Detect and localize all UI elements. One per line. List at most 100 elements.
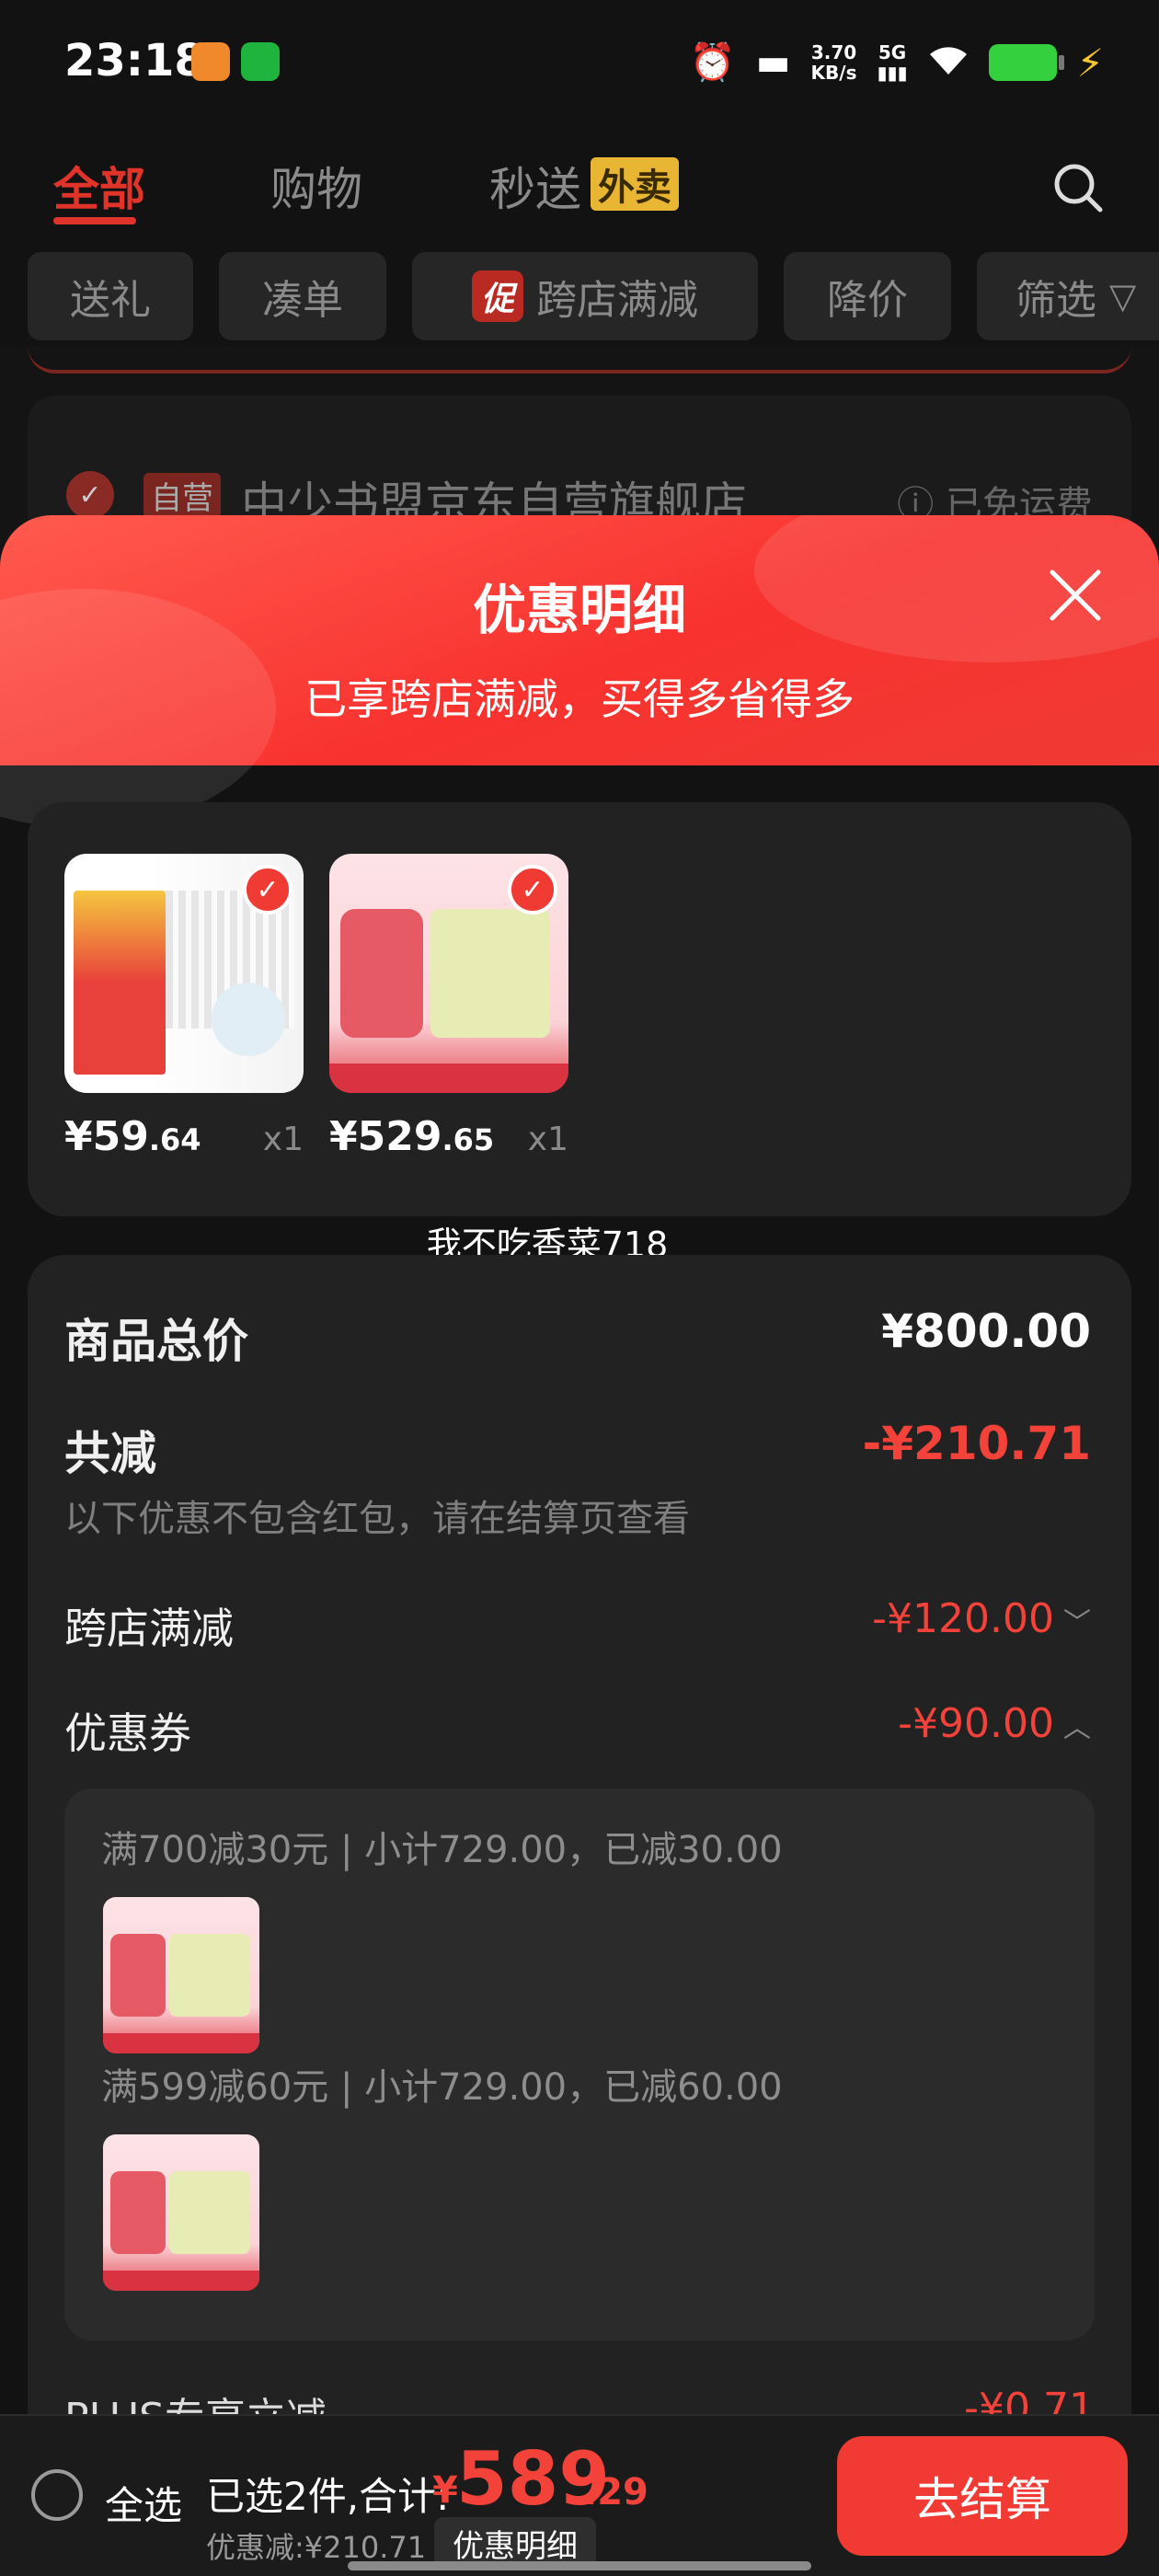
coupon-label: 优惠券	[64, 1708, 191, 1758]
battery-icon	[988, 44, 1064, 81]
selected-check-icon: ✓	[243, 865, 293, 914]
coupon-product-thumbnail[interactable]	[103, 2134, 259, 2291]
app-notification-icon	[241, 42, 280, 81]
tab-shopping[interactable]: 购物	[270, 153, 362, 219]
discount-note: 以下优惠不包含红包，请在结算页查看	[64, 1498, 690, 1540]
tab-instant-delivery[interactable]: 秒送 外卖	[489, 153, 679, 219]
filter-more[interactable]: 筛选 ▽	[977, 252, 1159, 340]
charging-icon: ⚡	[1076, 40, 1105, 86]
coupon-row[interactable]: 优惠券 -¥90.00 ︿	[64, 1700, 1091, 1758]
toy-cube	[169, 2171, 250, 2254]
coupon-value: -¥90.00	[898, 1700, 1054, 1747]
cross-store-discount-row[interactable]: 跨店满减 -¥120.00 ﹀	[64, 1595, 1091, 1653]
book-set-image: ✓	[64, 854, 304, 1093]
promo-tag: 促	[471, 270, 523, 322]
sheet-subtitle: 已享跨店满减，买得多省得多	[304, 674, 855, 724]
select-all-checkbox[interactable]	[31, 2469, 83, 2521]
price-integer: ¥59	[64, 1113, 149, 1160]
product-price: ¥59.64	[64, 1113, 201, 1160]
filter-price-drop[interactable]: 降价	[784, 252, 951, 340]
close-button[interactable]	[1043, 563, 1107, 627]
filter-label: 降价	[827, 277, 908, 324]
coupon-value-wrap: -¥90.00 ︿	[898, 1700, 1091, 1747]
product-item[interactable]: ✓ ¥59.64 x1	[64, 854, 304, 1168]
price-decimal: .64	[148, 1122, 201, 1157]
goods-total-label: 商品总价	[64, 1315, 248, 1368]
coupon-product-thumbnail[interactable]	[103, 1897, 259, 2053]
toy-set-image: ✓	[329, 854, 568, 1093]
coupon-detail-box: 满700减30元 | 小计729.00，已减30.00 满599减60元 | 小…	[64, 1788, 1095, 2340]
search-button[interactable]	[1050, 160, 1106, 215]
filter-combine-order[interactable]: 凑单	[219, 252, 386, 340]
filter-label: 跨店满减	[536, 277, 698, 324]
network-speed-unit: KB/s	[810, 62, 857, 84]
product-price: ¥529.65	[329, 1113, 494, 1160]
filter-bar: 送礼 凑单 促 跨店满减 降价 筛选 ▽	[0, 245, 1159, 346]
search-icon	[1054, 164, 1103, 213]
selected-count-text: 已选2件,合计:	[206, 2474, 450, 2519]
status-bar: 23:18 ⏰ ▬ 3.70 KB/s 5G ▮▮▮ ⚡	[0, 0, 1159, 125]
toy-banner	[329, 1064, 568, 1093]
goods-total-value: ¥800.00	[881, 1305, 1091, 1358]
chevron-down-icon: ﹀	[1063, 1607, 1091, 1639]
bed-icon: ▬	[755, 41, 791, 84]
book-illustration	[212, 983, 285, 1056]
product-quantity: x1	[527, 1121, 568, 1158]
clock: 23:18	[64, 35, 205, 86]
top-tab-bar: 全部 购物 秒送 外卖	[0, 125, 1159, 245]
takeout-badge: 外卖	[591, 157, 679, 211]
selected-products-card: ✓ ¥59.64 x1 ✓ ¥529.65 x1	[28, 802, 1131, 1216]
toy-banner	[103, 2271, 259, 2291]
discount-detail-sheet: 优惠明细 已享跨店满减，买得多省得多 ✓ ¥59.64 x1 ✓ ¥529.65…	[0, 515, 1159, 2576]
coupon-detail-line: 满700减30元 | 小计729.00，已减30.00	[101, 1829, 783, 1871]
network-speed: 3.70 KB/s	[811, 42, 857, 83]
selected-check-icon: ✓	[508, 865, 557, 914]
self-operated-tag: 自营	[143, 473, 221, 518]
wifi-icon	[928, 43, 969, 83]
filter-label: 送礼	[70, 277, 151, 324]
filter-cross-store-discount[interactable]: 促 跨店满减	[412, 252, 758, 340]
tab-label: 全部	[53, 163, 145, 216]
funnel-icon: ▽	[1109, 276, 1137, 316]
total-discount-value: -¥210.71	[862, 1417, 1092, 1470]
checkout-button[interactable]: 去结算	[837, 2436, 1128, 2556]
status-icons: ⏰ ▬ 3.70 KB/s 5G ▮▮▮ ⚡	[690, 37, 1104, 88]
product-item[interactable]: ✓ ¥529.65 x1	[329, 854, 568, 1168]
toy-jar	[110, 2171, 166, 2254]
toy-cube	[430, 909, 550, 1038]
alarm-icon: ⏰	[689, 41, 736, 84]
goods-total-row: 商品总价 ¥800.00	[64, 1305, 1091, 1368]
sheet-title: 优惠明细	[472, 579, 686, 641]
filter-label: 筛选	[1016, 277, 1096, 324]
background-card-edge	[28, 346, 1131, 374]
signal-type: 5G	[878, 41, 907, 63]
cross-store-label: 跨店满减	[64, 1604, 234, 1653]
signal-indicator: 5G ▮▮▮	[877, 42, 907, 83]
tab-all[interactable]: 全部	[53, 153, 145, 219]
price-integer: ¥529	[329, 1113, 442, 1160]
toy-cube	[169, 1934, 250, 2017]
toy-jar	[340, 909, 423, 1038]
filter-label: 凑单	[262, 277, 343, 324]
coupon-detail-line: 满599减60元 | 小计729.00，已减60.00	[101, 2066, 783, 2109]
filter-gift[interactable]: 送礼	[28, 252, 193, 340]
network-speed-value: 3.70	[810, 41, 857, 63]
price-row: ¥529.65 x1	[329, 1113, 568, 1168]
total-discount-row: 共减 -¥210.71	[64, 1417, 1092, 1480]
product-quantity: x1	[262, 1121, 304, 1158]
active-tab-underline	[53, 217, 136, 224]
home-indicator[interactable]	[348, 2561, 811, 2570]
close-icon	[1050, 569, 1101, 621]
tab-label: 购物	[270, 163, 362, 216]
checkout-bar: 全选 已选2件,合计: ¥ 589 .29 优惠减:¥210.71 优惠明细 去…	[0, 2414, 1159, 2576]
app-notification-icon	[191, 42, 230, 81]
cross-store-value-wrap: -¥120.00 ﹀	[872, 1595, 1091, 1642]
total-discount-label: 共减	[64, 1427, 156, 1480]
store-check-icon: ✓	[66, 471, 114, 519]
price-decimal: .65	[442, 1122, 495, 1157]
cross-store-value: -¥120.00	[872, 1595, 1054, 1642]
total-amount-decimal: .29	[583, 2471, 648, 2513]
select-all-label[interactable]: 全选	[105, 2475, 182, 2531]
signal-bars-icon: ▮▮▮	[877, 62, 908, 84]
chevron-up-icon: ︿	[1063, 1712, 1091, 1744]
